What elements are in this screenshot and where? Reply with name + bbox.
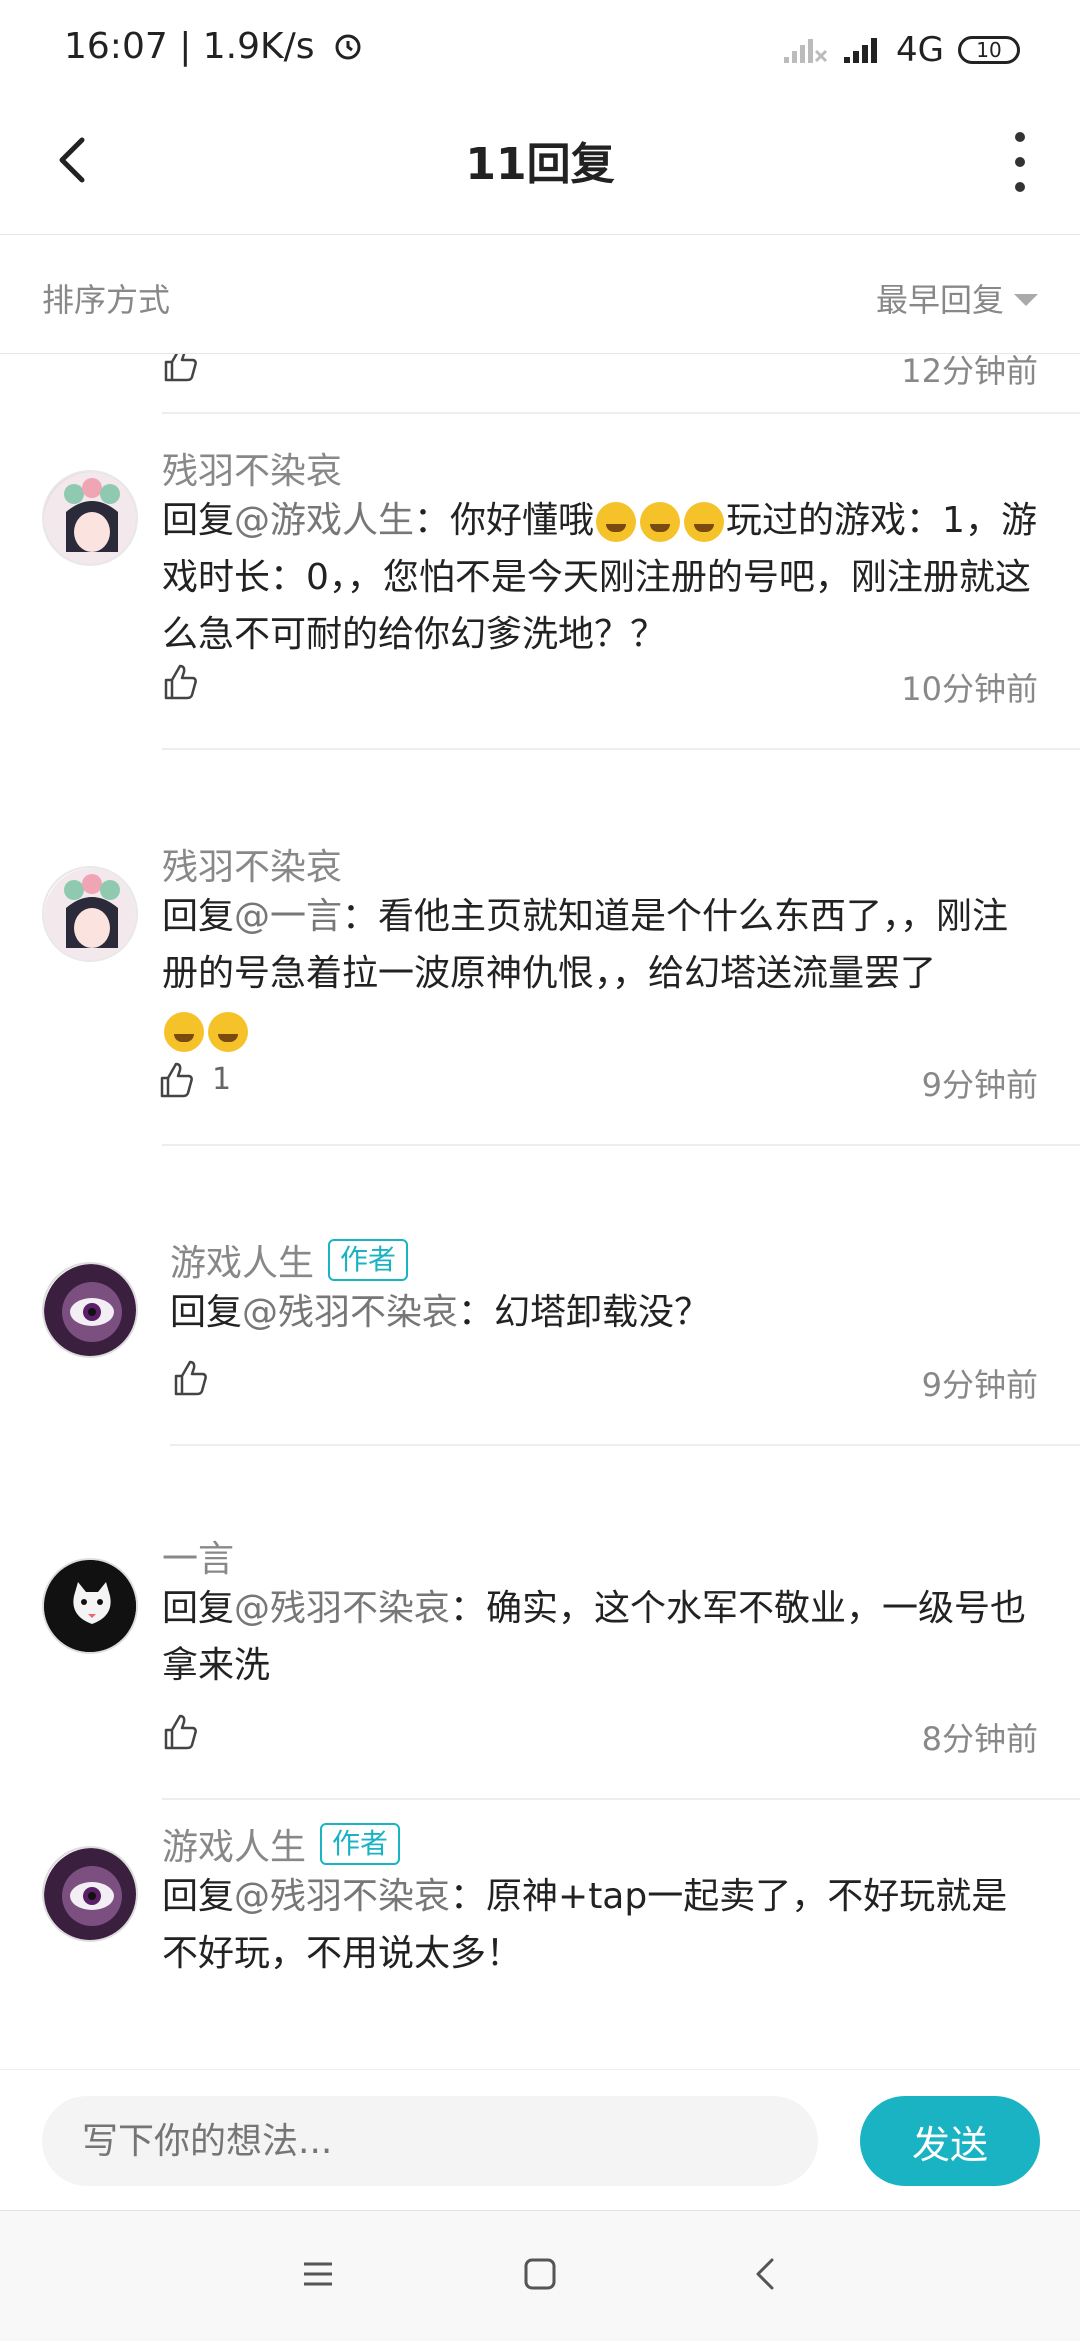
thumbs-up-icon[interactable] [160, 354, 200, 384]
thumbs-up-icon[interactable] [160, 662, 200, 702]
alarm-icon [335, 34, 361, 60]
header-bar: 11回复 [0, 100, 1080, 235]
divider [162, 1144, 1080, 1146]
comment-author[interactable]: 一言 [162, 1530, 234, 1582]
comment-author[interactable]: 残羽不染哀 [162, 838, 342, 890]
like-count: 1 [212, 1062, 232, 1097]
sort-bar: 排序方式 最早回复 [0, 235, 1080, 354]
avatar-anime-girl-icon [44, 472, 136, 564]
thumbs-up-icon[interactable] [156, 1060, 196, 1100]
comment-text: 回复@残羽不染哀：原神+tap一起卖了，不好玩就是不好玩，不用说太多！ [162, 1876, 1008, 1974]
mention-link[interactable]: @游戏人生 [234, 500, 414, 541]
mention-link[interactable]: @残羽不染哀 [234, 1876, 450, 1917]
grin-sweat-emoji-icon [640, 502, 681, 542]
avatar[interactable] [42, 1846, 138, 1942]
comment-time: 9分钟前 [921, 1366, 1038, 1404]
thumbs-up-icon[interactable] [170, 1358, 210, 1398]
comment-text: 回复@残羽不染哀：幻塔卸载没？ [170, 1292, 711, 1333]
divider [170, 1444, 1080, 1446]
reply-input-bar: 发送 [0, 2069, 1080, 2210]
dropdown-arrow-icon [1014, 294, 1038, 306]
status-right: 4G 10 [782, 28, 1020, 72]
comment-time: 9分钟前 [921, 1066, 1038, 1104]
divider [162, 1798, 1080, 1800]
back-icon[interactable] [748, 2256, 784, 2292]
divider [162, 748, 1080, 750]
mention-link[interactable]: @残羽不染哀 [234, 1588, 450, 1629]
signal-no-sim-icon [784, 39, 828, 63]
comment-author[interactable]: 游戏人生 作者 [162, 1818, 401, 1870]
reply-input[interactable] [42, 2096, 818, 2186]
comment-time: 8分钟前 [921, 1720, 1038, 1758]
more-options-icon[interactable] [1010, 132, 1030, 192]
comment-author[interactable]: 游戏人生 作者 [170, 1234, 409, 1286]
page-title: 11回复 [465, 139, 615, 190]
hand-over-mouth-emoji-icon [208, 1012, 248, 1052]
sort-dropdown[interactable]: 最早回复 [876, 275, 1038, 321]
status-speed: 1.9K/s [202, 26, 315, 67]
avatar-anime-girl-icon [44, 868, 136, 960]
sort-label: 排序方式 [42, 281, 171, 319]
send-button[interactable]: 发送 [860, 2096, 1040, 2186]
thumbs-up-icon[interactable] [160, 1712, 200, 1752]
sort-value: 最早回复 [875, 281, 1004, 319]
author-badge: 作者 [320, 1823, 401, 1865]
mention-link[interactable]: @残羽不染哀 [242, 1292, 458, 1333]
network-type: 4G [896, 30, 944, 70]
grin-sweat-emoji-icon [684, 502, 725, 542]
menu-icon[interactable] [300, 2256, 336, 2292]
divider [162, 412, 1080, 414]
avatar[interactable] [42, 1262, 138, 1358]
status-bar: 16:07 | 1.9K/s 4G 10 [0, 0, 1080, 100]
system-nav-bar [0, 2210, 1080, 2341]
comment-time: 10分钟前 [901, 670, 1038, 708]
avatar[interactable] [42, 1558, 138, 1654]
avatar-eye-icon [44, 1264, 136, 1356]
battery-icon: 10 [958, 36, 1020, 64]
hand-over-mouth-emoji-icon [164, 1012, 204, 1052]
comment-author[interactable]: 残羽不染哀 [162, 442, 342, 494]
status-time: 16:07 [64, 26, 168, 67]
grin-sweat-emoji-icon [596, 502, 637, 542]
comment-text: 回复@游戏人生：你好懂哦 玩过的游戏：1，游戏时长：0，，您怕不是今天刚注册的号吧… [162, 500, 1037, 655]
signal-icon [844, 38, 878, 63]
reply-list[interactable]: 12分钟前 残羽不染哀 回复@游戏人生：你好懂哦 玩过的游戏：1，游戏时长：0，，… [0, 354, 1080, 2069]
mention-link[interactable]: @一言 [234, 896, 342, 937]
status-time-speed: 16:07 | 1.9K/s [64, 26, 364, 67]
battery-level: 10 [976, 38, 1002, 62]
comment-text: 回复@残羽不染哀：确实，这个水军不敬业，一级号也拿来洗 [162, 1588, 1027, 1686]
avatar[interactable] [42, 470, 138, 566]
avatar-eye-icon [44, 1848, 136, 1940]
avatar[interactable] [42, 866, 138, 962]
comment-text: 回复@一言：看他主页就知道是个什么东西了，，刚注册的号急着拉一波原神仇恨，，给幻… [162, 888, 1042, 1059]
comment-time: 12分钟前 [901, 354, 1038, 390]
avatar-cat-icon [44, 1560, 136, 1652]
author-badge: 作者 [328, 1239, 409, 1281]
home-icon[interactable] [522, 2256, 558, 2292]
